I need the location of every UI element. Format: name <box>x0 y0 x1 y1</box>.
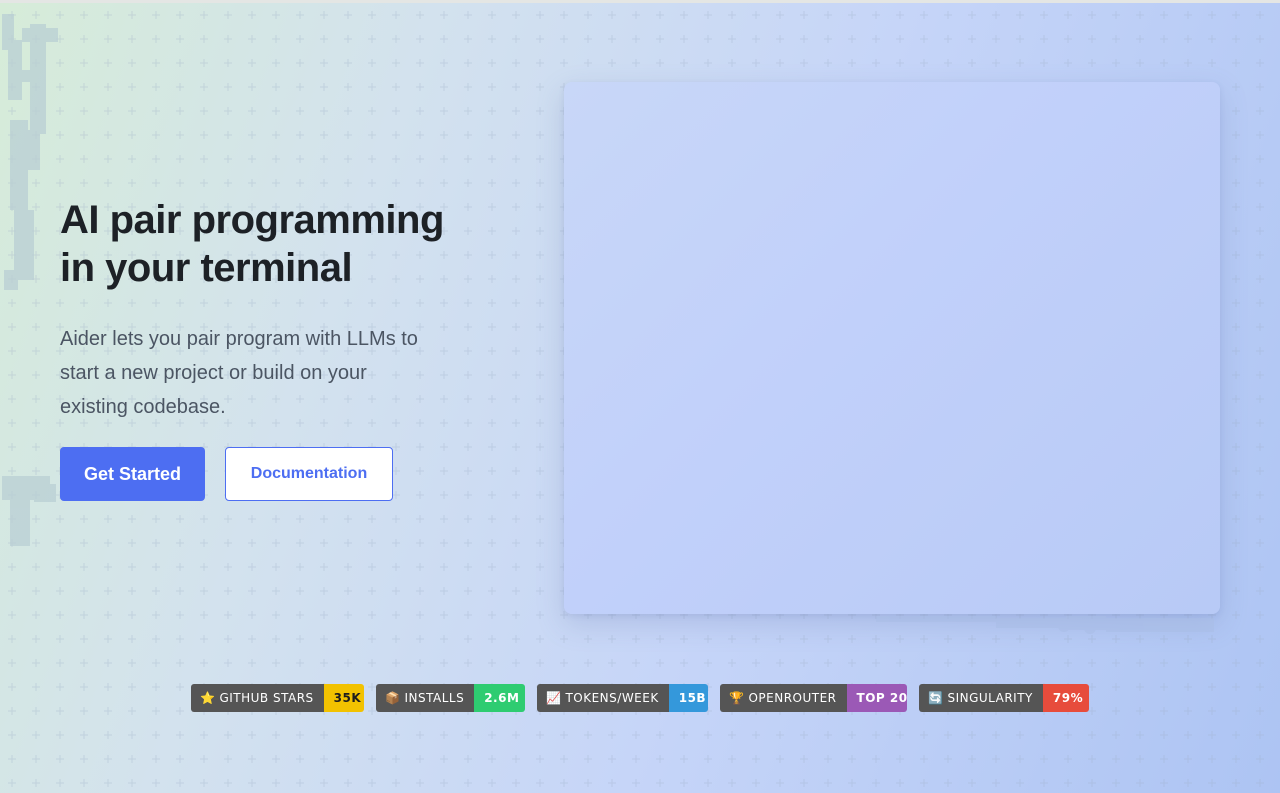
panel-shadow-decoration <box>876 616 1214 634</box>
badge-singularity[interactable]: 🔄 SINGULARITY 79% <box>919 684 1089 712</box>
badge-value: 15B <box>668 684 708 712</box>
badge-label: 🏆 OPENROUTER <box>720 684 847 712</box>
star-icon: ⭐ <box>200 691 216 705</box>
package-icon: 📦 <box>385 691 401 705</box>
hero-section: AI pair programming in your terminal Aid… <box>60 196 520 424</box>
badge-installs[interactable]: 📦 INSTALLS 2.6M <box>376 684 525 712</box>
badge-github-stars[interactable]: ⭐ GITHUB STARS 35K <box>191 684 364 712</box>
chart-icon: 📈 <box>546 691 562 705</box>
badge-value: 2.6M <box>474 684 525 712</box>
badge-tokens-week[interactable]: 📈 TOKENS/WEEK 15B <box>537 684 708 712</box>
cycle-icon: 🔄 <box>928 691 944 705</box>
badge-value: 35K <box>323 684 364 712</box>
trophy-icon: 🏆 <box>729 691 745 705</box>
hero-title-line-1: AI pair programming <box>60 198 444 242</box>
get-started-button[interactable]: Get Started <box>60 447 205 501</box>
badge-label: 🔄 SINGULARITY <box>919 684 1043 712</box>
hero-description: Aider lets you pair program with LLMs to… <box>60 328 418 418</box>
documentation-button[interactable]: Documentation <box>225 447 393 501</box>
badge-value: TOP 20 <box>846 684 907 712</box>
badge-openrouter[interactable]: 🏆 OPENROUTER TOP 20 <box>720 684 907 712</box>
hero-title: AI pair programming in your terminal <box>60 196 520 292</box>
demo-video-panel[interactable] <box>564 82 1220 614</box>
badge-label: ⭐ GITHUB STARS <box>191 684 324 712</box>
hero-title-line-2: in your terminal <box>60 246 353 290</box>
badge-value: 79% <box>1042 684 1089 712</box>
badge-label: 📦 INSTALLS <box>376 684 475 712</box>
badge-label: 📈 TOKENS/WEEK <box>537 684 669 712</box>
